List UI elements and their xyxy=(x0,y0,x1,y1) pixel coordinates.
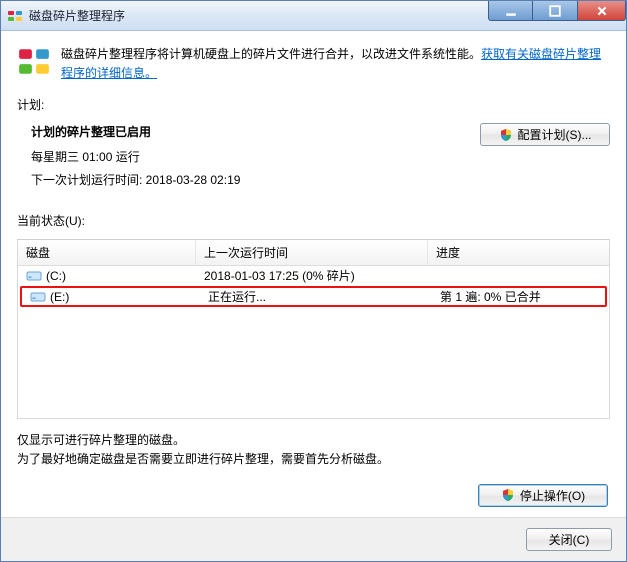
col-progress[interactable]: 进度 xyxy=(428,240,609,265)
last-run-cell: 正在运行... xyxy=(200,288,432,305)
close-dialog-label: 关闭(C) xyxy=(549,531,590,548)
footer: 关闭(C) xyxy=(1,517,626,561)
progress-cell: 第 1 遍: 0% 已合并 xyxy=(432,288,605,305)
table-header: 磁盘 上一次运行时间 进度 xyxy=(18,240,609,266)
minimize-button[interactable] xyxy=(488,1,533,21)
schedule-heading: 计划的碎片整理已启用 xyxy=(31,123,240,140)
col-disk[interactable]: 磁盘 xyxy=(18,240,196,265)
shield-icon xyxy=(501,488,515,502)
schedule-frequency: 每星期三 01:00 运行 xyxy=(31,148,240,165)
drive-icon xyxy=(26,270,42,282)
table-body: (C:) 2018-01-03 17:25 (0% 碎片) (E:) 正在运行.… xyxy=(18,266,609,418)
table-row[interactable]: (C:) 2018-01-03 17:25 (0% 碎片) xyxy=(18,266,609,285)
col-last-run[interactable]: 上一次运行时间 xyxy=(196,240,428,265)
stop-operation-label: 停止操作(O) xyxy=(520,487,585,504)
defrag-app-icon xyxy=(7,8,23,24)
drive-label: (C:) xyxy=(46,269,66,283)
stop-operation-button[interactable]: 停止操作(O) xyxy=(478,484,608,507)
configure-schedule-button[interactable]: 配置计划(S)... xyxy=(480,123,610,146)
info-text: 磁盘碎片整理程序将计算机硬盘上的碎片文件进行合并，以改进文件系统性能。获取有关磁… xyxy=(61,45,610,82)
info-banner: 磁盘碎片整理程序将计算机硬盘上的碎片文件进行合并，以改进文件系统性能。获取有关磁… xyxy=(17,45,610,82)
configure-schedule-label: 配置计划(S)... xyxy=(518,126,592,143)
maximize-button[interactable] xyxy=(533,1,578,21)
note-line-2: 为了最好地确定磁盘是否需要立即进行碎片整理，需要首先分析磁盘。 xyxy=(17,450,610,469)
schedule-info: 计划的碎片整理已启用 每星期三 01:00 运行 下一次计划运行时间: 2018… xyxy=(31,123,240,194)
schedule-next-run: 下一次计划运行时间: 2018-03-28 02:19 xyxy=(31,171,240,188)
info-description: 磁盘碎片整理程序将计算机硬盘上的碎片文件进行合并，以改进文件系统性能。 xyxy=(61,47,481,61)
status-section-label: 当前状态(U): xyxy=(17,212,610,229)
disk-table: 磁盘 上一次运行时间 进度 (C:) 2018-01-03 17:25 (0% … xyxy=(17,239,610,419)
note-line-1: 仅显示可进行碎片整理的磁盘。 xyxy=(17,431,610,450)
defrag-large-icon xyxy=(17,45,51,79)
notes: 仅显示可进行碎片整理的磁盘。 为了最好地确定磁盘是否需要立即进行碎片整理，需要首… xyxy=(17,431,610,469)
last-run-cell: 2018-01-03 17:25 (0% 碎片) xyxy=(196,267,428,284)
close-dialog-button[interactable]: 关闭(C) xyxy=(526,528,612,551)
table-row[interactable]: (E:) 正在运行... 第 1 遍: 0% 已合并 xyxy=(20,286,607,307)
drive-label: (E:) xyxy=(50,290,69,304)
shield-icon xyxy=(499,128,513,142)
drive-icon xyxy=(30,291,46,303)
schedule-section-label: 计划: xyxy=(17,96,610,113)
window-controls xyxy=(488,1,626,21)
close-button[interactable] xyxy=(578,1,626,21)
window-title: 磁盘碎片整理程序 xyxy=(29,7,125,24)
